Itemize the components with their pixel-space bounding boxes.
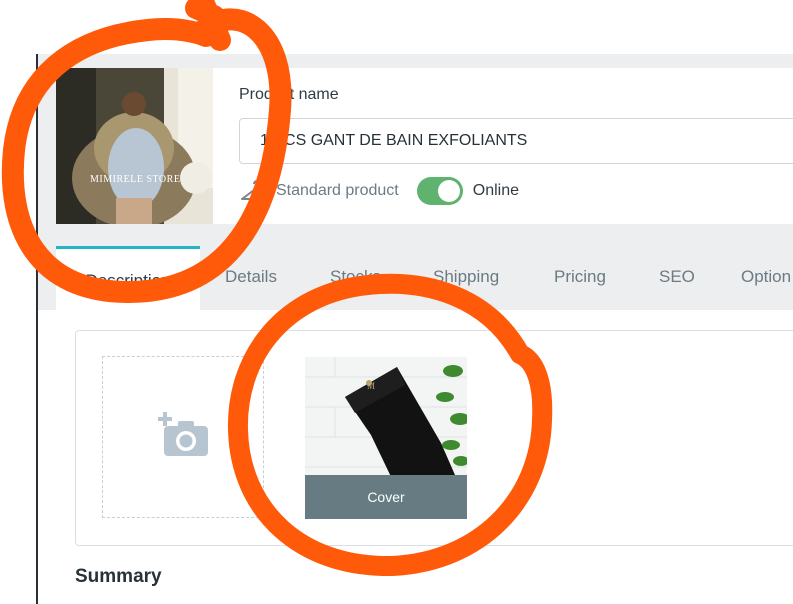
hanger-icon	[241, 180, 267, 200]
product-photo-image	[56, 68, 213, 224]
add-photo-button[interactable]	[102, 356, 264, 518]
tab-option[interactable]: Option	[741, 246, 791, 310]
toggle-knob	[437, 180, 460, 202]
tab-shipping[interactable]: Shipping	[433, 246, 499, 310]
online-toggle[interactable]	[416, 177, 463, 205]
svg-text:M: M	[367, 381, 375, 391]
product-tabs: Description Details Stocks Shipping Pric…	[56, 246, 793, 310]
product-type-row: Standard product Online	[240, 176, 519, 206]
add-photo-icon	[158, 412, 208, 456]
tab-pricing[interactable]: Pricing	[554, 246, 606, 310]
product-thumbnail[interactable]: MIMIRELE STORE	[56, 68, 213, 224]
online-label: Online	[472, 182, 519, 199]
cover-label: Cover	[305, 475, 467, 519]
tab-details[interactable]: Details	[225, 246, 277, 310]
product-type-label[interactable]: Standard product	[276, 182, 399, 200]
tab-stocks[interactable]: Stocks	[330, 246, 381, 310]
cover-image-tile[interactable]: M Cover	[305, 357, 467, 519]
product-name-label: Product name	[239, 86, 339, 103]
thumbnail-watermark: MIMIRELE STORE	[90, 174, 181, 185]
summary-heading: Summary	[75, 566, 162, 587]
top-band	[0, 0, 793, 54]
product-name-input[interactable]: 1 PCS GANT DE BAIN EXFOLIANTS	[239, 118, 793, 164]
tab-seo[interactable]: SEO	[659, 246, 695, 310]
tab-description[interactable]: Description	[56, 246, 200, 310]
